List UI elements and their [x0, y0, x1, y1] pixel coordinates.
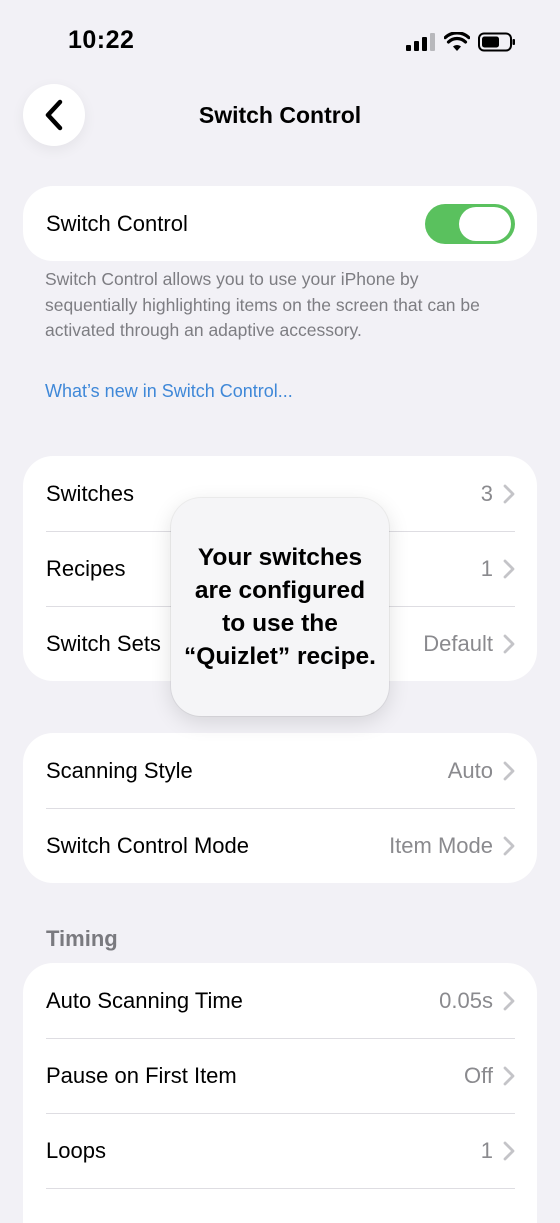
auto-scanning-time-label: Auto Scanning Time — [46, 987, 243, 1013]
switch-control-toggle[interactable] — [425, 203, 515, 244]
chevron-right-icon — [503, 991, 515, 1011]
loops-value: 1 — [480, 1137, 493, 1163]
switch-control-description: Switch Control allows you to use your iP… — [45, 269, 480, 340]
scanning-group: Scanning Style Auto Switch Control Mode … — [23, 733, 537, 883]
auto-scanning-time-value: 0.05s — [439, 987, 493, 1013]
wifi-icon — [444, 32, 470, 51]
scanning-style-label: Scanning Style — [46, 757, 193, 783]
chevron-right-icon — [503, 1141, 515, 1161]
page-title: Switch Control — [198, 102, 362, 128]
pause-on-first-item-label: Pause on First Item — [46, 1062, 237, 1088]
timing-group: Auto Scanning Time 0.05s Pause on First … — [23, 963, 537, 1223]
cellular-signal-icon — [406, 33, 435, 51]
nav-bar: Switch Control — [0, 80, 560, 152]
recipe-tooltip: Your switches are configured to use the … — [171, 498, 389, 716]
status-bar: 10:22 — [0, 0, 560, 80]
switch-control-card: Switch Control — [23, 186, 537, 261]
status-icons — [406, 30, 516, 54]
switch-control-mode-value: Item Mode — [389, 832, 493, 858]
switch-sets-value: Default — [423, 630, 493, 656]
toggle-knob — [459, 206, 511, 241]
switch-control-row: Switch Control — [23, 186, 537, 261]
timing-section-header: Timing — [46, 926, 118, 951]
switch-control-mode-label: Switch Control Mode — [46, 832, 249, 858]
recipe-tooltip-text: Your switches are configured to use the … — [184, 544, 376, 670]
chevron-right-icon — [503, 484, 515, 504]
next-timing-row-partial[interactable] — [23, 1188, 537, 1223]
chevron-right-icon — [503, 634, 515, 654]
pause-on-first-item-row[interactable]: Pause on First Item Off — [23, 1038, 537, 1113]
whats-new-link[interactable]: What’s new in Switch Control... — [45, 381, 293, 402]
auto-scanning-time-row[interactable]: Auto Scanning Time 0.05s — [23, 963, 537, 1038]
scanning-style-row[interactable]: Scanning Style Auto — [23, 733, 537, 808]
chevron-right-icon — [503, 559, 515, 579]
scanning-style-value: Auto — [447, 757, 493, 783]
chevron-right-icon — [503, 836, 515, 856]
battery-icon — [478, 32, 515, 52]
switch-control-mode-row[interactable]: Switch Control Mode Item Mode — [23, 808, 537, 883]
status-time: 10:22 — [68, 26, 135, 54]
recipes-value: 1 — [480, 555, 493, 581]
chevron-right-icon — [503, 1066, 515, 1086]
chevron-right-icon — [503, 761, 515, 781]
switches-value: 3 — [480, 480, 493, 506]
loops-row[interactable]: Loops 1 — [23, 1113, 537, 1188]
pause-on-first-item-value: Off — [464, 1062, 493, 1088]
switch-control-label: Switch Control — [46, 210, 188, 236]
loops-label: Loops — [46, 1137, 106, 1163]
